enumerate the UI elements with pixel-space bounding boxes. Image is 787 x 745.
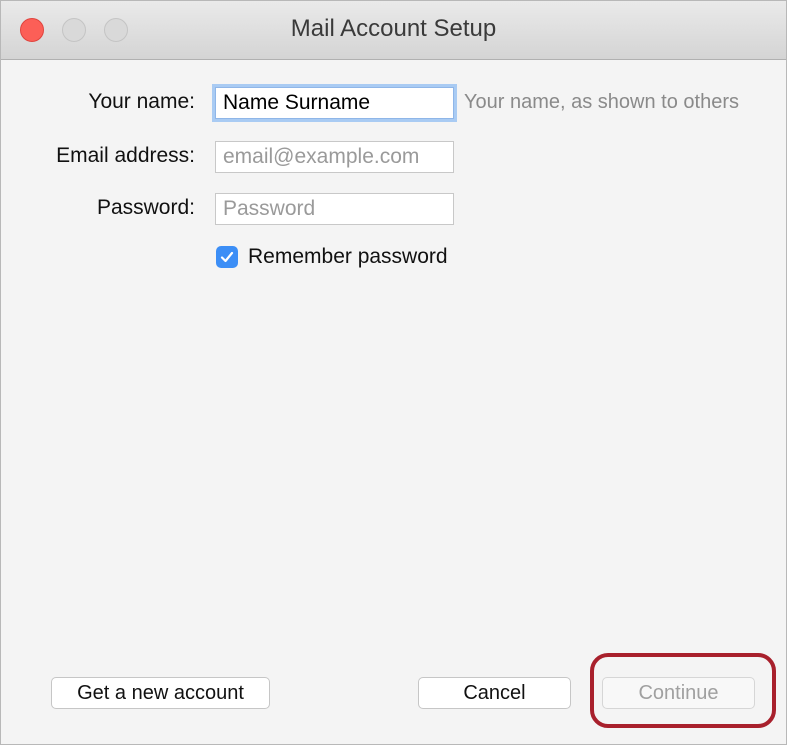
remember-password-checkbox[interactable] [216, 246, 238, 268]
checkmark-icon [220, 251, 234, 263]
name-label: Your name: [88, 90, 195, 113]
password-field[interactable] [215, 193, 454, 225]
remember-password-row[interactable]: Remember password [216, 244, 448, 270]
setup-form: Your name: Your name, as shown to others… [1, 60, 786, 744]
cancel-button[interactable]: Cancel [418, 677, 571, 709]
password-label: Password: [96, 196, 195, 219]
title-bar: Mail Account Setup [1, 1, 786, 60]
email-field[interactable] [215, 141, 454, 173]
remember-password-label: Remember password [248, 245, 448, 268]
continue-highlight-ring [590, 653, 776, 728]
name-hint: Your name, as shown to others [464, 91, 739, 113]
name-field[interactable] [215, 87, 454, 119]
get-new-account-button[interactable]: Get a new account [51, 677, 270, 709]
email-label: Email address: [56, 144, 195, 167]
mail-account-setup-window: Mail Account Setup Your name: Your name,… [0, 0, 787, 745]
window-title: Mail Account Setup [290, 15, 497, 42]
